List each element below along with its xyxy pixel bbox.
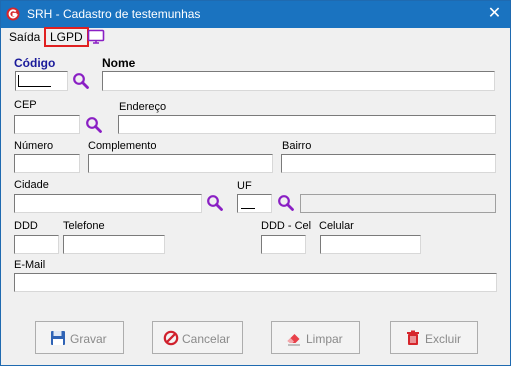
endereco-label: Endereço bbox=[119, 101, 167, 113]
uf-field[interactable] bbox=[237, 194, 272, 213]
cidade-field[interactable] bbox=[14, 194, 202, 213]
nome-field[interactable] bbox=[102, 71, 495, 91]
uf-description-field bbox=[300, 194, 496, 213]
close-button[interactable]: ✕ bbox=[479, 1, 510, 28]
codigo-cursor bbox=[18, 75, 51, 87]
endereco-field[interactable] bbox=[118, 115, 496, 134]
ddd-field[interactable] bbox=[14, 235, 59, 254]
search-codigo-icon[interactable] bbox=[72, 72, 90, 90]
cep-label: CEP bbox=[14, 99, 37, 111]
gravar-label: Gravar bbox=[70, 332, 107, 346]
cancel-circle-icon bbox=[163, 330, 179, 346]
search-uf-icon[interactable] bbox=[277, 194, 295, 212]
limpar-label: Limpar bbox=[306, 332, 343, 346]
cancelar-button[interactable]: Cancelar bbox=[152, 321, 243, 354]
excluir-label: Excluir bbox=[425, 332, 462, 346]
bairro-label: Bairro bbox=[282, 140, 312, 152]
codigo-label: Código bbox=[14, 56, 56, 70]
menu-bar: Saída LGPD bbox=[1, 27, 510, 47]
cep-field[interactable] bbox=[14, 115, 80, 134]
trash-icon bbox=[407, 330, 419, 345]
cidade-label: Cidade bbox=[14, 179, 49, 191]
telefone-field[interactable] bbox=[63, 235, 165, 254]
numero-field[interactable] bbox=[14, 154, 80, 173]
complemento-label: Complemento bbox=[88, 140, 157, 152]
search-cidade-icon[interactable] bbox=[206, 194, 224, 212]
app-logo-icon bbox=[6, 7, 20, 21]
complemento-field[interactable] bbox=[88, 154, 273, 173]
bairro-field[interactable] bbox=[281, 154, 496, 173]
ddd-label: DDD bbox=[14, 220, 38, 232]
gravar-button[interactable]: Gravar bbox=[35, 321, 124, 354]
menu-item-saida[interactable]: Saída bbox=[7, 29, 42, 45]
title-bar[interactable]: SRH - Cadastro de testemunhas ✕ bbox=[1, 1, 510, 28]
uf-cursor bbox=[241, 208, 255, 209]
close-icon: ✕ bbox=[487, 5, 502, 22]
telefone-label: Telefone bbox=[63, 220, 105, 232]
excluir-button[interactable]: Excluir bbox=[390, 321, 478, 354]
monitor-icon[interactable] bbox=[87, 29, 105, 44]
celular-field[interactable] bbox=[320, 235, 421, 254]
ddd-cel-field[interactable] bbox=[261, 235, 306, 254]
codigo-field[interactable] bbox=[15, 71, 68, 91]
uf-label: UF bbox=[237, 180, 252, 192]
limpar-button[interactable]: Limpar bbox=[271, 321, 360, 354]
eraser-icon bbox=[287, 334, 300, 346]
ddd-cel-label: DDD - Cel bbox=[261, 220, 312, 232]
search-cep-icon[interactable] bbox=[85, 116, 103, 134]
cancelar-label: Cancelar bbox=[182, 332, 231, 346]
nome-label: Nome bbox=[102, 56, 136, 70]
email-field[interactable] bbox=[14, 273, 497, 292]
email-label: E-Mail bbox=[14, 259, 46, 271]
window-title: SRH - Cadastro de testemunhas bbox=[27, 7, 201, 21]
numero-label: Número bbox=[14, 140, 54, 152]
menu-item-lgpd[interactable]: LGPD bbox=[44, 27, 89, 47]
save-disk-icon bbox=[51, 331, 65, 345]
main-window: SRH - Cadastro de testemunhas ✕ Saída LG… bbox=[0, 0, 511, 366]
celular-label: Celular bbox=[319, 220, 354, 232]
